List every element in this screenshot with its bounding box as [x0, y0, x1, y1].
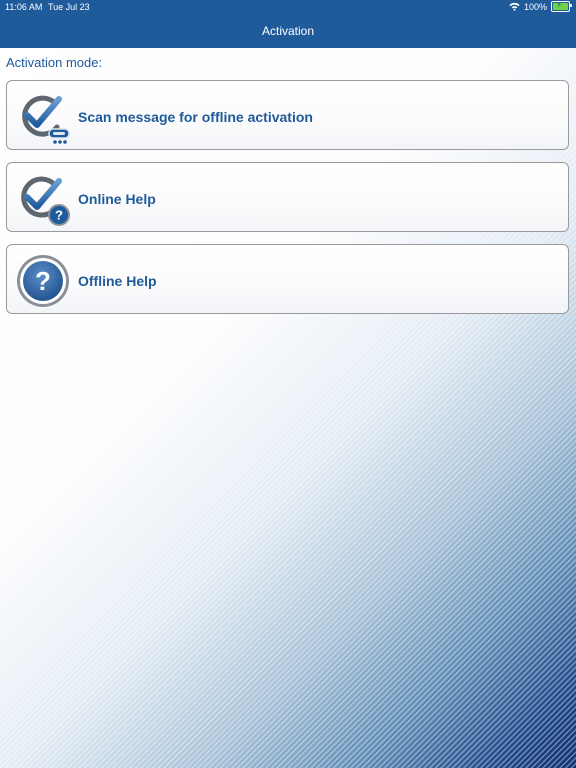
navigation-header: 11:06 AM Tue Jul 23 100% ⚡ Activation	[0, 0, 576, 48]
status-date: Tue Jul 23	[48, 2, 90, 12]
scan-offline-activation-label: Scan message for offline activation	[78, 109, 313, 125]
svg-text:?: ?	[35, 266, 51, 296]
battery-percent: 100%	[523, 1, 547, 12]
scan-check-icon	[22, 95, 70, 144]
wifi-icon	[509, 2, 520, 11]
status-indicators: 100% ⚡	[509, 0, 572, 12]
activation-mode-label: Activation mode:	[6, 55, 103, 70]
help-circle-icon: ?	[17, 255, 69, 307]
offline-help-button[interactable]: ? Offline Help	[6, 244, 569, 314]
online-help-label: Online Help	[78, 191, 156, 207]
page-title: Activation	[261, 24, 315, 38]
svg-text:?: ?	[55, 208, 63, 223]
status-time: 11:06 AM	[5, 2, 43, 12]
scan-offline-activation-button[interactable]: Scan message for offline activation	[6, 80, 569, 150]
online-help-icon: ?	[21, 176, 70, 226]
online-help-button[interactable]: ? Online Help	[6, 162, 569, 232]
status-bar: 11:06 AM Tue Jul 23 100% ⚡	[0, 0, 576, 14]
battery-charging-icon: ⚡	[551, 0, 572, 12]
offline-help-label: Offline Help	[78, 273, 157, 289]
